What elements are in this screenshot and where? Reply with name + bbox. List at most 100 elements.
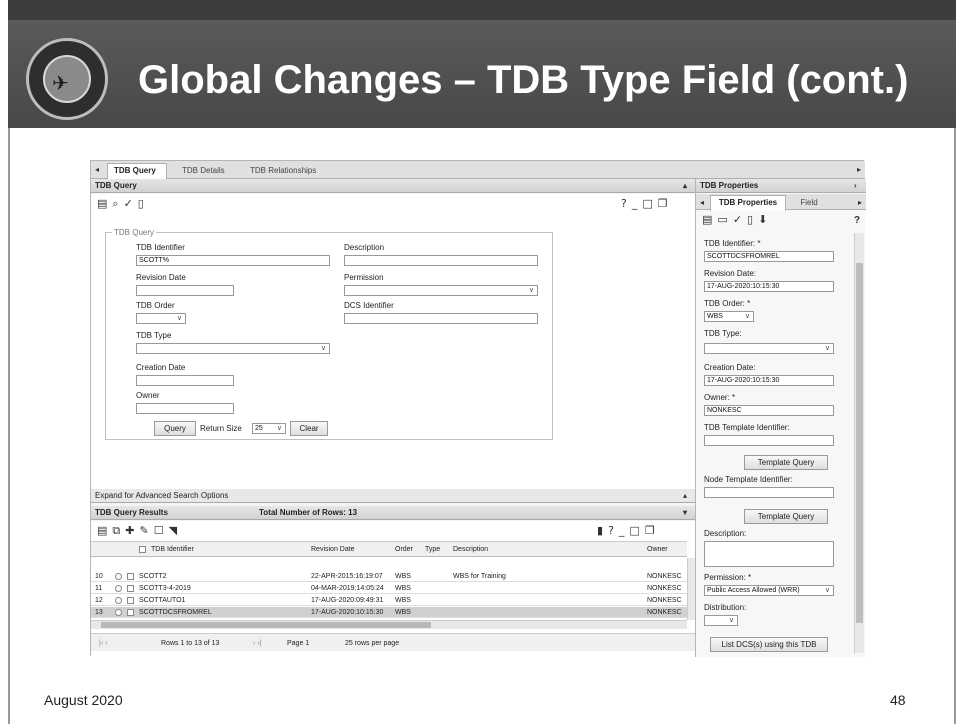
minimize-icon[interactable]: _: [632, 197, 643, 210]
tab-tdb-details[interactable]: TDB Details: [175, 163, 237, 179]
props-tabs-right-icon[interactable]: ▸: [858, 198, 862, 207]
edit-pencil-icon[interactable]: ✎: [139, 524, 153, 537]
restore-icon[interactable]: ❐: [658, 197, 673, 210]
results-horizontal-scrollbar[interactable]: [91, 620, 687, 629]
row-checkbox[interactable]: [127, 597, 134, 604]
tdb-identifier-input[interactable]: SCOTT%: [136, 255, 330, 266]
last-page-icon[interactable]: › ›|: [253, 638, 277, 649]
row-radio[interactable]: [115, 609, 122, 616]
menu-icon[interactable]: ▤: [97, 524, 112, 537]
row-radio[interactable]: [115, 585, 122, 592]
properties-scrollbar[interactable]: [854, 233, 864, 653]
permission-select[interactable]: [344, 285, 538, 296]
creation-date-input[interactable]: [136, 375, 234, 386]
row-owner: NONKESC: [647, 609, 682, 616]
tdb-order-select[interactable]: [136, 313, 186, 324]
add-icon[interactable]: ✚: [125, 524, 139, 537]
prop-tdb-order-select[interactable]: WBS: [704, 311, 754, 322]
prop-tdb-type-select[interactable]: [704, 343, 834, 354]
dcs-identifier-input[interactable]: [344, 313, 538, 324]
first-page-icon[interactable]: |‹ ‹: [99, 638, 119, 649]
owner-input[interactable]: [136, 403, 234, 414]
creation-date-label: Creation Date: [136, 363, 186, 372]
check-icon[interactable]: ✓: [124, 197, 138, 210]
row-radio[interactable]: [115, 573, 122, 580]
row-checkbox[interactable]: [127, 573, 134, 580]
node-template-query-button[interactable]: Template Query: [744, 509, 828, 524]
properties-expand-icon[interactable]: ›: [854, 179, 857, 193]
col-revision-date[interactable]: Revision Date: [311, 544, 391, 555]
check-icon[interactable]: ✓: [733, 213, 747, 226]
maximize-icon[interactable]: □: [642, 197, 657, 210]
maximize-icon[interactable]: □: [629, 524, 644, 537]
table-row[interactable]: 10 SCOTT2 22-APR-2015:16:19:07 WBS WBS f…: [91, 571, 687, 582]
col-order[interactable]: Order: [395, 544, 421, 555]
page-select[interactable]: Page 1: [287, 638, 337, 649]
props-tabs-left-icon[interactable]: ◂: [700, 198, 704, 207]
copy-icon[interactable]: ⧉: [112, 524, 125, 537]
grid-spacer: [91, 558, 687, 568]
tab-tdb-relationships[interactable]: TDB Relationships: [243, 163, 327, 179]
prop-template-identifier-input[interactable]: [704, 435, 834, 446]
delete-icon[interactable]: ▮: [597, 524, 608, 537]
pin-icon[interactable]: ⬇: [758, 213, 772, 226]
menu-icon[interactable]: ▤: [97, 197, 112, 210]
row-checkbox[interactable]: [127, 585, 134, 592]
revision-date-input[interactable]: [136, 285, 234, 296]
select-all-checkbox[interactable]: [139, 546, 146, 553]
prop-owner-input[interactable]: NONKESC: [704, 405, 834, 416]
table-row[interactable]: 12 SCOTTAUTO1 17-AUG-2020:09:49:31 WBS N…: [91, 595, 687, 606]
tdb-type-select[interactable]: [136, 343, 330, 354]
col-owner[interactable]: Owner: [647, 544, 687, 555]
footer-date: August 2020: [44, 692, 123, 708]
advanced-search-bar[interactable]: Expand for Advanced Search Options ▴: [91, 489, 695, 503]
table-row-selected[interactable]: 13 SCOTTDCSFROMREL 17-AUG-2020:10:15:30 …: [91, 607, 687, 618]
table-row[interactable]: 11 SCOTT3-4-2019 04-MAR-2019:14:05:24 WB…: [91, 583, 687, 594]
template-query-button[interactable]: Template Query: [744, 455, 828, 470]
expand-up-icon[interactable]: ▴: [683, 489, 687, 503]
restore-icon[interactable]: ❐: [645, 524, 660, 537]
tab-tdb-properties[interactable]: TDB Properties: [710, 195, 786, 211]
row-checkbox[interactable]: [127, 609, 134, 616]
search-icon[interactable]: ⌕: [112, 197, 123, 210]
prop-node-template-input[interactable]: [704, 487, 834, 498]
document-icon[interactable]: ▯: [747, 213, 758, 226]
list-dcs-button[interactable]: List DCS(s) using this TDB: [710, 637, 828, 652]
clear-button[interactable]: Clear: [290, 421, 328, 436]
properties-help-icon[interactable]: ?: [854, 215, 860, 226]
tabs-scroll-right-icon[interactable]: ▸: [857, 165, 861, 174]
help-icon[interactable]: ?: [608, 524, 619, 537]
row-radio[interactable]: [115, 597, 122, 604]
tab-tdb-query[interactable]: TDB Query: [107, 163, 167, 179]
col-tdb-identifier[interactable]: TDB Identifier: [151, 544, 301, 555]
prop-distribution-select[interactable]: [704, 615, 738, 626]
select-box-icon[interactable]: ☐: [154, 524, 169, 537]
prop-description-textarea[interactable]: [704, 541, 834, 567]
prop-permission-select[interactable]: Public Access Allowed (WRR): [704, 585, 834, 596]
results-panel: ▤⧉✚✎☐◥ ▮?_□❐ TDB Identifier Revision Dat…: [91, 521, 695, 657]
filter-icon[interactable]: ◥: [169, 524, 182, 537]
prop-tdb-identifier-input[interactable]: SCOTTDCSFROMREL: [704, 251, 834, 262]
properties-scroll-thumb[interactable]: [856, 263, 863, 623]
tabs-scroll-left-icon[interactable]: ◂: [95, 165, 99, 174]
return-size-select[interactable]: 25: [252, 423, 286, 434]
document-icon[interactable]: ▯: [138, 197, 149, 210]
minimize-icon[interactable]: _: [619, 524, 630, 537]
col-description[interactable]: Description: [453, 544, 603, 555]
prop-description-label: Description:: [704, 529, 747, 538]
save-icon[interactable]: ▭: [717, 213, 732, 226]
total-rows-label: Total Number of Rows: 13: [259, 508, 358, 517]
advanced-search-link[interactable]: Expand for Advanced Search Options: [95, 491, 228, 500]
tab-field[interactable]: Field: [788, 195, 830, 211]
results-vertical-scrollbar[interactable]: [687, 558, 695, 620]
collapse-down-icon[interactable]: ▾: [683, 506, 687, 520]
description-input[interactable]: [344, 255, 538, 266]
properties-toolbar: ▤▭✓▯⬇: [702, 213, 772, 229]
col-type[interactable]: Type: [425, 544, 449, 555]
collapse-up-icon[interactable]: ▴: [683, 179, 687, 193]
menu-icon[interactable]: ▤: [702, 213, 717, 226]
query-button[interactable]: Query: [154, 421, 196, 436]
rows-per-page-select[interactable]: 25 rows per page: [345, 638, 425, 649]
scrollbar-thumb[interactable]: [101, 622, 431, 628]
help-icon[interactable]: ?: [621, 197, 632, 210]
